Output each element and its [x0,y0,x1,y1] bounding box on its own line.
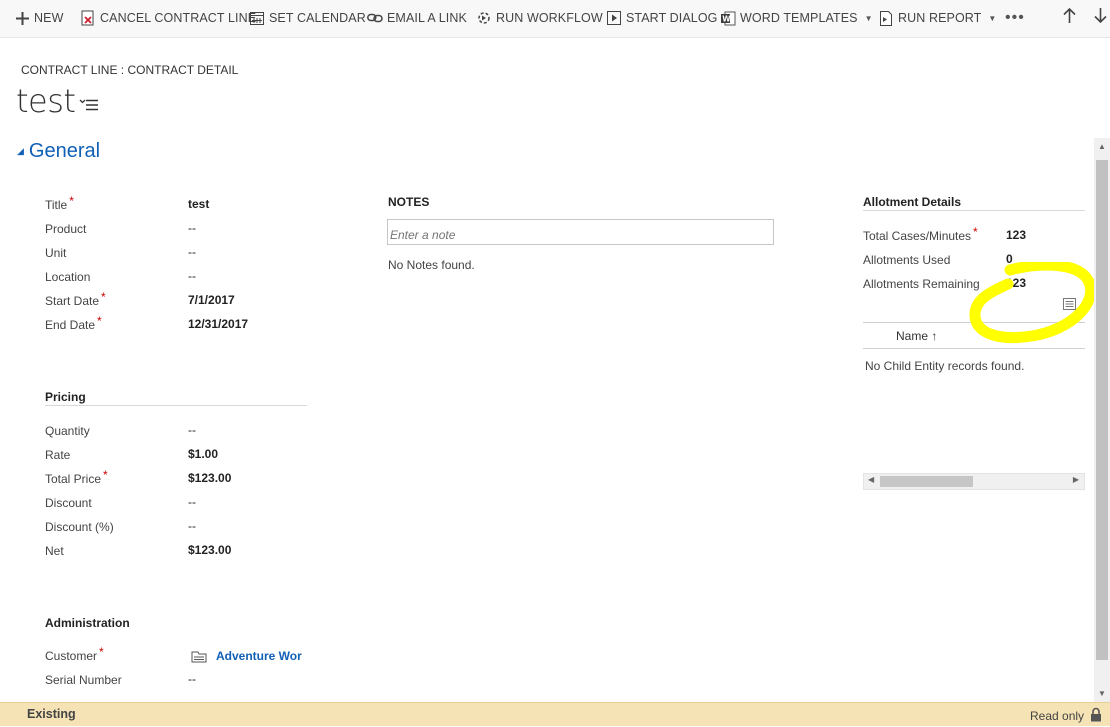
grid-header-bottom-border [863,348,1085,349]
email-a-link-button[interactable]: EMAIL A LINK [367,0,467,36]
field-label-discount-percent: Discount (%) [45,520,114,534]
allotment-heading: Allotment Details [863,195,962,209]
field-value-location[interactable]: -- [188,269,196,283]
field-label-net: Net [45,544,64,558]
field-label-discount: Discount [45,496,92,510]
administration-heading: Administration [45,616,130,630]
grid-empty-message: No Child Entity records found. [865,359,1025,373]
field-label-quantity: Quantity [45,424,90,438]
required-asterisk: * [103,468,108,482]
field-value-start-date[interactable]: 7/1/2017 [188,293,235,307]
set-calendar-button[interactable]: SET CALENDAR [249,0,366,36]
required-asterisk: * [99,645,104,659]
field-value-rate[interactable]: $1.00 [188,447,218,461]
scroll-up-icon[interactable]: ▲ [1098,142,1106,151]
field-label-product: Product [45,222,87,236]
grid-horizontal-scrollbar[interactable]: ◀ ▶ [863,473,1085,490]
field-value-total-price[interactable]: $123.00 [188,471,231,485]
note-input[interactable] [387,219,774,245]
plus-icon [14,10,30,26]
field-value-total-cases[interactable]: 123 [1006,228,1026,242]
chevron-down-icon: ▼ [988,13,997,23]
account-icon [191,650,207,663]
field-label-allotments-used: Allotments Used [863,253,951,267]
report-icon [878,10,894,26]
customer-link[interactable]: Adventure Wor [216,649,308,663]
field-label-start-date: Start Date * [45,290,106,308]
field-value-net[interactable]: $123.00 [188,543,231,557]
allotment-divider [863,210,1085,211]
status-bar: Existing Read only [0,702,1110,726]
field-value-discount[interactable]: -- [188,495,196,509]
required-asterisk: * [97,314,102,328]
scrollbar-thumb[interactable] [1096,160,1108,660]
grid-header-top-border [863,322,1085,323]
scrollbar-thumb[interactable] [880,476,973,487]
page-vertical-scrollbar[interactable]: ▲ ▼ [1094,138,1110,702]
run-report-button[interactable]: RUN REPORT ▼ [878,0,996,36]
field-label-total-price: Total Price * [45,468,108,486]
required-asterisk: * [101,290,106,304]
word-templates-button[interactable]: W WORD TEMPLATES ▼ [720,0,873,36]
field-label-serial-number: Serial Number [45,673,122,687]
chevron-down-icon: ▼ [864,13,873,23]
field-value-end-date[interactable]: 12/31/2017 [188,317,248,331]
pricing-heading: Pricing [45,390,86,404]
field-label-allotments-remaining: Allotments Remaining [863,277,980,291]
collapse-triangle-icon: ◢ [17,146,24,156]
field-value-serial-number[interactable]: -- [188,672,196,686]
down-arrow-icon[interactable] [1094,8,1107,28]
required-asterisk: * [973,225,978,239]
scroll-left-icon[interactable]: ◀ [868,475,874,484]
field-value-product[interactable]: -- [188,221,196,235]
run-workflow-button[interactable]: RUN WORKFLOW [476,0,603,36]
field-value-discount-percent[interactable]: -- [188,519,196,533]
field-value-title[interactable]: test [188,197,209,211]
field-label-unit: Unit [45,246,67,260]
start-dialog-button[interactable]: START DIALOG [606,0,718,36]
field-value-quantity[interactable]: -- [188,423,196,437]
field-label-end-date: End Date * [45,314,102,332]
scroll-right-icon[interactable]: ▶ [1073,475,1079,484]
link-icon [367,10,383,26]
field-label-title: Title * [45,194,74,212]
field-label-total-cases: Total Cases/Minutes * [863,225,978,243]
field-label-rate: Rate [45,448,71,462]
notes-empty-message: No Notes found. [388,258,475,272]
lock-icon [1090,707,1102,722]
field-value-allotments-remaining[interactable]: 123 [1006,276,1026,290]
yellow-highlight-annotation [969,262,1097,344]
command-bar: NEW CANCEL CONTRACT LINE SET CALENDAR EM… [0,0,1110,38]
scroll-down-icon[interactable]: ▼ [1098,689,1106,698]
form-selector-icon[interactable] [79,97,99,111]
play-dialog-icon [606,10,622,26]
grid-column-name[interactable]: Name ↑ [896,329,937,343]
read-only-label: Read only [1030,709,1085,723]
field-value-unit[interactable]: -- [188,245,196,259]
notes-heading: NOTES [388,195,430,209]
pricing-divider [45,405,307,406]
cancel-document-icon [80,10,96,26]
more-commands-button[interactable]: ••• [1005,9,1025,27]
up-arrow-icon[interactable] [1063,7,1076,28]
field-label-customer: Customer * [45,645,104,663]
record-status: Existing [27,707,76,721]
calendar-icon [249,10,265,26]
cancel-contract-line-button[interactable]: CANCEL CONTRACT LINE [80,0,256,36]
grid-view-icon[interactable] [1063,297,1076,310]
field-value-allotments-used[interactable]: 0 [1006,252,1013,266]
new-button[interactable]: NEW [14,0,63,36]
word-icon: W [720,10,736,26]
required-asterisk: * [69,194,74,208]
svg-text:W: W [722,14,731,23]
workflow-icon [476,10,492,26]
section-general-toggle[interactable]: ◢ General [17,140,100,163]
field-label-location: Location [45,270,91,284]
page-title: test [16,82,76,120]
section-title: General [28,140,101,162]
breadcrumb: CONTRACT LINE : CONTRACT DETAIL [21,63,239,77]
